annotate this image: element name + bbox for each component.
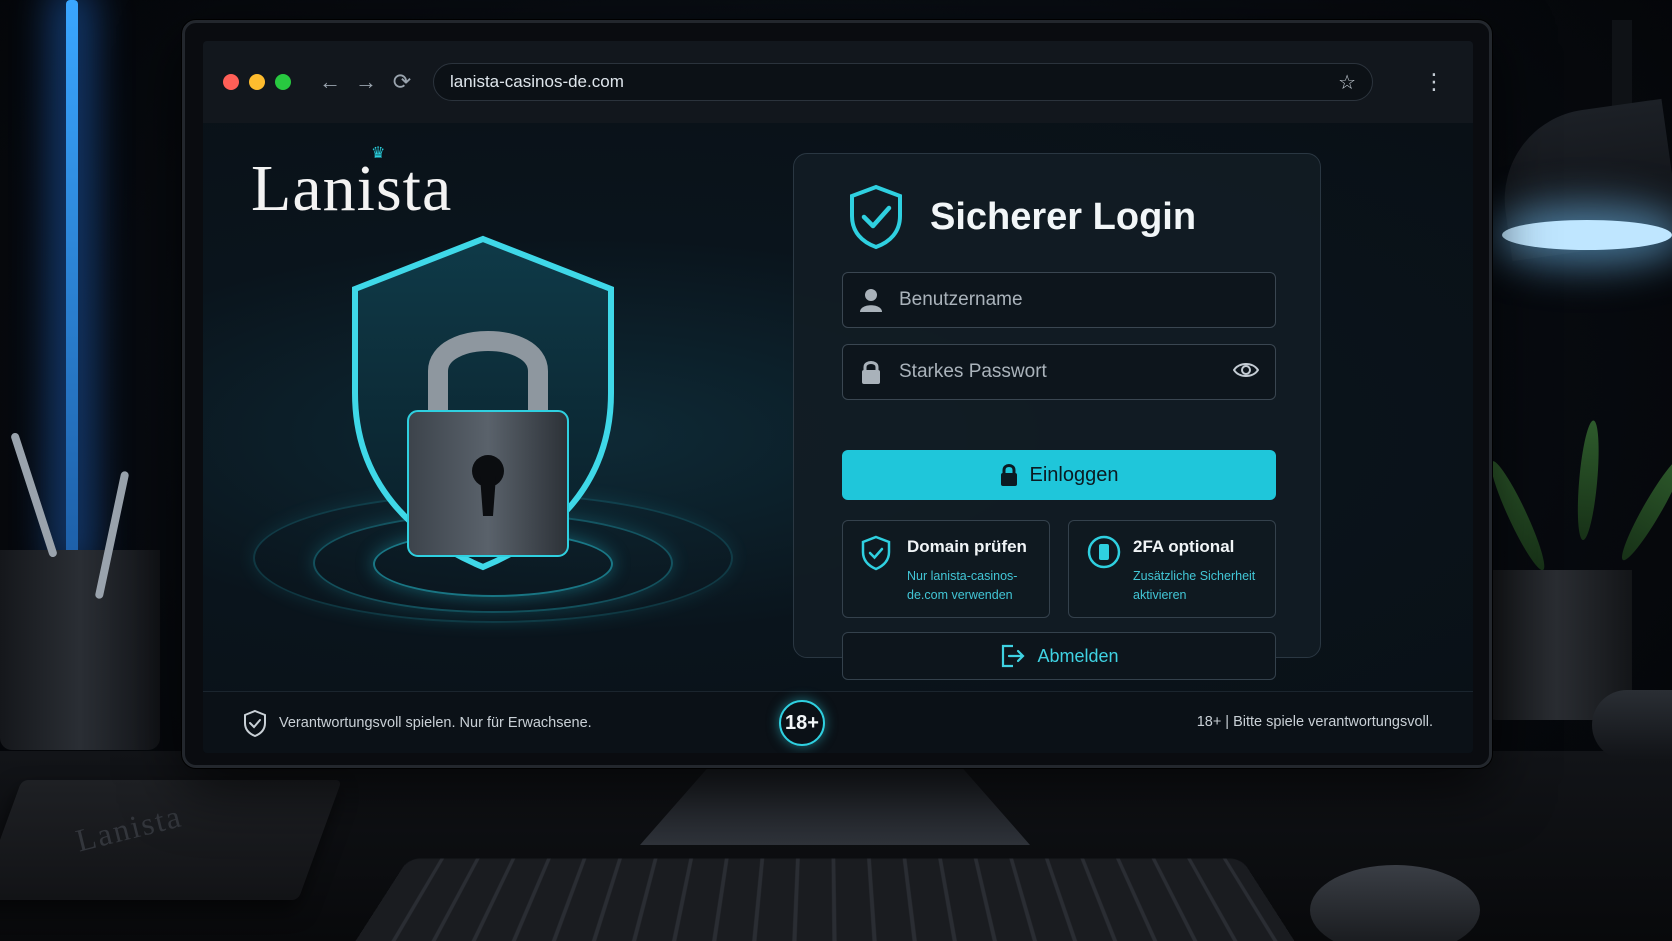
lock-icon xyxy=(859,360,883,384)
pen xyxy=(10,431,58,559)
page-footer: Verantwortungsvoll spielen. Nur für Erwa… xyxy=(203,691,1473,753)
plant-leaf xyxy=(1484,457,1552,574)
password-field[interactable] xyxy=(842,344,1276,400)
tile-subtitle: Zusätzliche Sicherheit aktivieren xyxy=(1133,569,1256,602)
logout-button[interactable]: Abmelden xyxy=(842,632,1276,680)
domain-check-tile[interactable]: Domain prüfen Nur lanista-casinos-de.com… xyxy=(842,520,1050,618)
username-input[interactable] xyxy=(899,289,1259,311)
brand-logo: Lanista xyxy=(251,152,453,225)
login-header: Sicherer Login xyxy=(848,184,1196,250)
logout-icon xyxy=(1002,644,1026,668)
crown-icon: ♛ xyxy=(371,145,386,162)
2fa-tile[interactable]: 2FA optional Zusätzliche Sicherheit akti… xyxy=(1068,520,1276,618)
page-content: Lanista ♛ Sicherer Login Benutzername Ei… xyxy=(203,123,1473,691)
monitor: ← → ⟳ lanista-casinos-de.com ☆ ⋮ Lanista… xyxy=(182,20,1492,768)
responsible-gaming-notice: Verantwortungsvoll spielen. Nur für Erwa… xyxy=(243,709,592,737)
password-input[interactable] xyxy=(899,361,1233,383)
desk-lamp xyxy=(1492,20,1672,262)
shield-check-icon xyxy=(244,709,266,737)
bookmark-star-icon[interactable]: ☆ xyxy=(1338,70,1356,95)
lamp-base xyxy=(1592,690,1672,760)
footer-right-text: 18+ | Bitte spiele verantwortungsvoll. xyxy=(1196,714,1433,730)
forward-arrow-icon[interactable]: → xyxy=(351,67,381,97)
url-text: lanista-casinos-de.com xyxy=(450,72,624,91)
username-field[interactable] xyxy=(842,272,1276,328)
plant-leaf xyxy=(1574,419,1603,541)
keyboard xyxy=(347,858,1303,941)
login-button-label: Einloggen xyxy=(1029,463,1119,486)
phone-2fa-icon xyxy=(1087,535,1121,569)
close-window-dot[interactable] xyxy=(223,74,239,90)
login-card: Sicherer Login Benutzername Einloggen Do… xyxy=(793,153,1321,680)
padlock-icon xyxy=(407,331,569,557)
security-illustration xyxy=(233,223,763,663)
shield-check-icon xyxy=(861,535,891,571)
tile-title: Domain prüfen xyxy=(907,537,1027,556)
tile-subtitle: Nur lanista-casinos-de.com verwenden xyxy=(907,569,1018,602)
browser-toolbar: ← → ⟳ lanista-casinos-de.com ☆ ⋮ xyxy=(203,41,1473,123)
plant-leaf xyxy=(1615,451,1672,565)
back-arrow-icon[interactable]: ← xyxy=(315,67,345,97)
lock-icon xyxy=(1000,464,1017,486)
pen-cup xyxy=(0,550,160,750)
address-bar[interactable]: lanista-casinos-de.com ☆ xyxy=(433,63,1373,101)
reload-icon[interactable]: ⟳ xyxy=(387,67,417,97)
user-icon xyxy=(859,288,883,312)
age-18-badge: 18+ xyxy=(779,700,825,746)
screen: ← → ⟳ lanista-casinos-de.com ☆ ⋮ Lanista… xyxy=(203,41,1473,753)
login-button[interactable]: Einloggen xyxy=(842,450,1276,500)
minimize-window-dot[interactable] xyxy=(249,74,265,90)
shield-check-icon xyxy=(850,184,902,250)
tile-title: 2FA optional xyxy=(1133,537,1235,556)
show-password-eye-icon[interactable] xyxy=(1232,361,1260,384)
maximize-window-dot[interactable] xyxy=(275,74,291,90)
footer-left-text: Verantwortungsvoll spielen. Nur für Erwa… xyxy=(279,714,592,731)
logout-label: Abmelden xyxy=(1037,645,1119,666)
browser-menu-icon[interactable]: ⋮ xyxy=(1423,69,1445,95)
login-title: Sicherer Login xyxy=(930,195,1197,238)
wall-light-strip xyxy=(66,0,78,560)
